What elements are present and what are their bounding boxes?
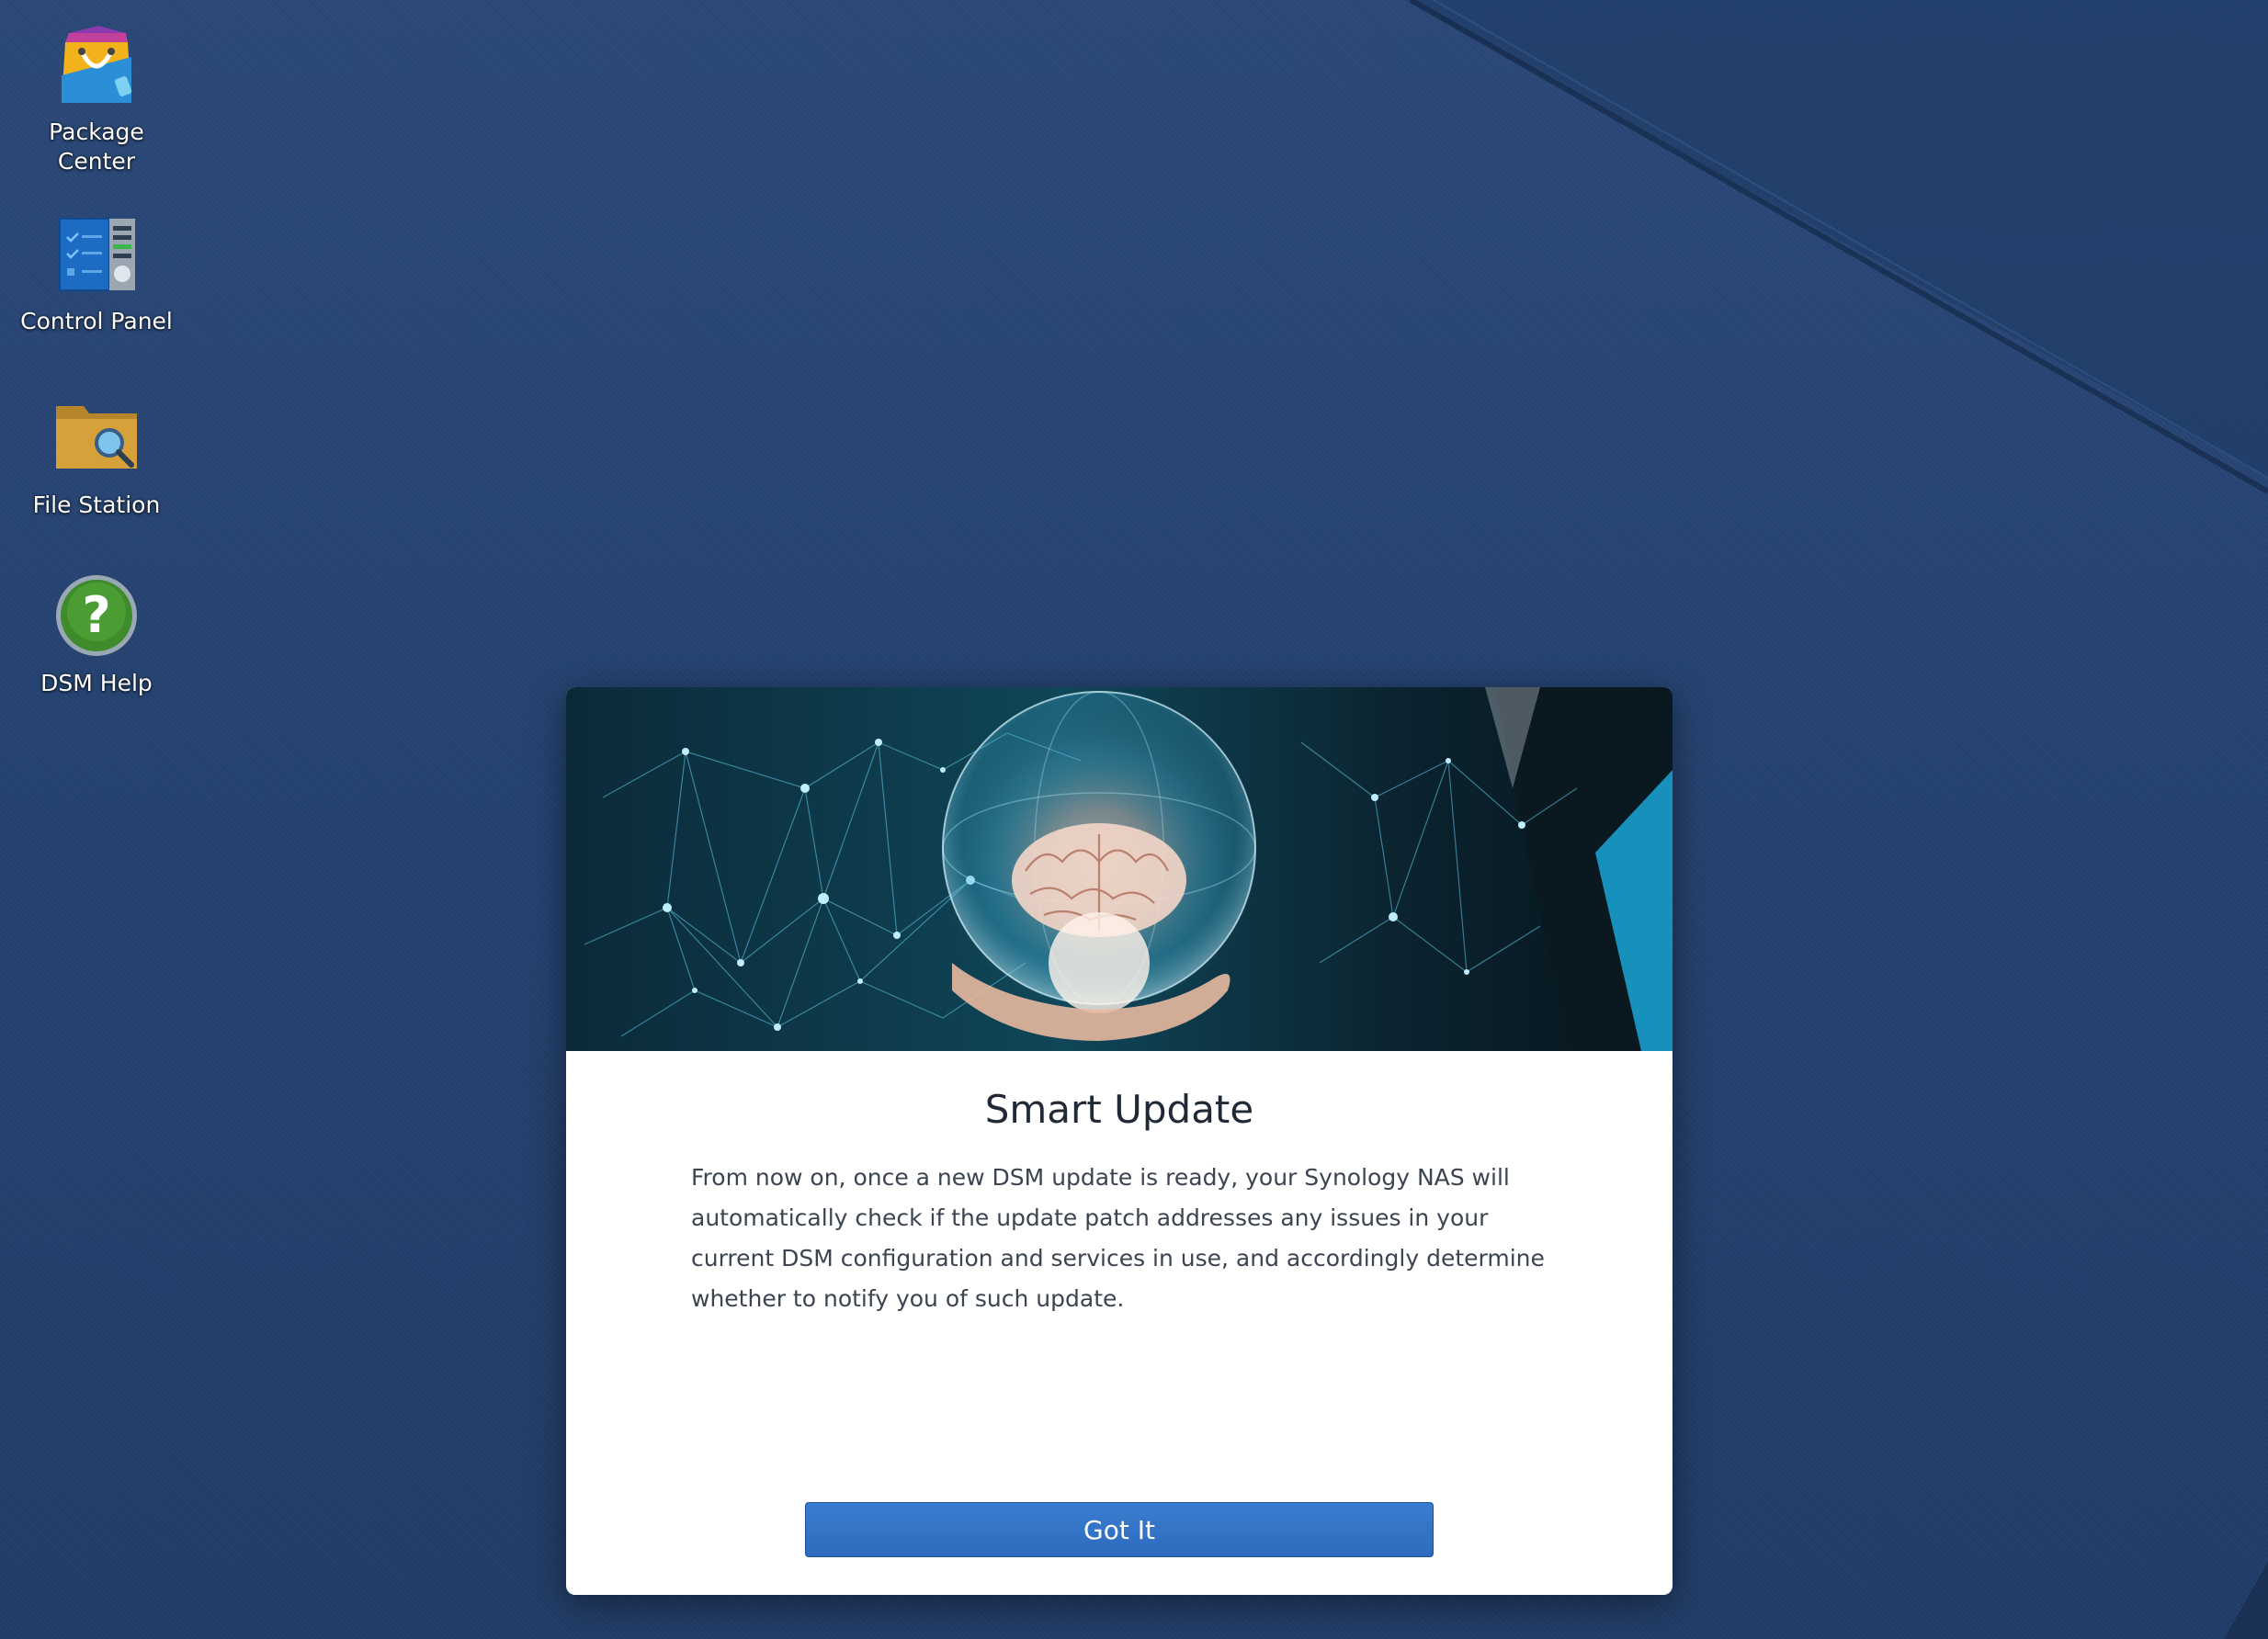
hero-image xyxy=(566,687,1673,1051)
file-station-icon xyxy=(52,393,141,481)
file-station-desktop-icon[interactable]: File Station xyxy=(0,393,193,520)
dsm-help-desktop-icon[interactable]: ? DSM Help xyxy=(0,571,193,698)
package-center-label: Package Center xyxy=(49,119,144,175)
svg-text:?: ? xyxy=(82,586,110,644)
package-center-icon xyxy=(52,20,141,108)
smart-update-dialog: Smart Update From now on, once a new DSM… xyxy=(566,687,1673,1595)
dialog-body-text: From now on, once a new DSM update is re… xyxy=(691,1164,1545,1312)
control-panel-desktop-icon[interactable]: Control Panel xyxy=(0,209,193,336)
dialog-title: Smart Update xyxy=(984,1087,1254,1132)
got-it-button[interactable]: Got It xyxy=(805,1502,1434,1557)
control-panel-icon xyxy=(52,209,141,298)
desktop: Package Center Control Panel File Statio… xyxy=(0,0,2268,1639)
file-station-label: File Station xyxy=(32,492,161,518)
package-center-desktop-icon[interactable]: Package Center xyxy=(0,20,193,176)
control-panel-label: Control Panel xyxy=(20,308,173,334)
dsm-help-icon: ? xyxy=(52,571,141,660)
dsm-help-label: DSM Help xyxy=(40,670,153,696)
